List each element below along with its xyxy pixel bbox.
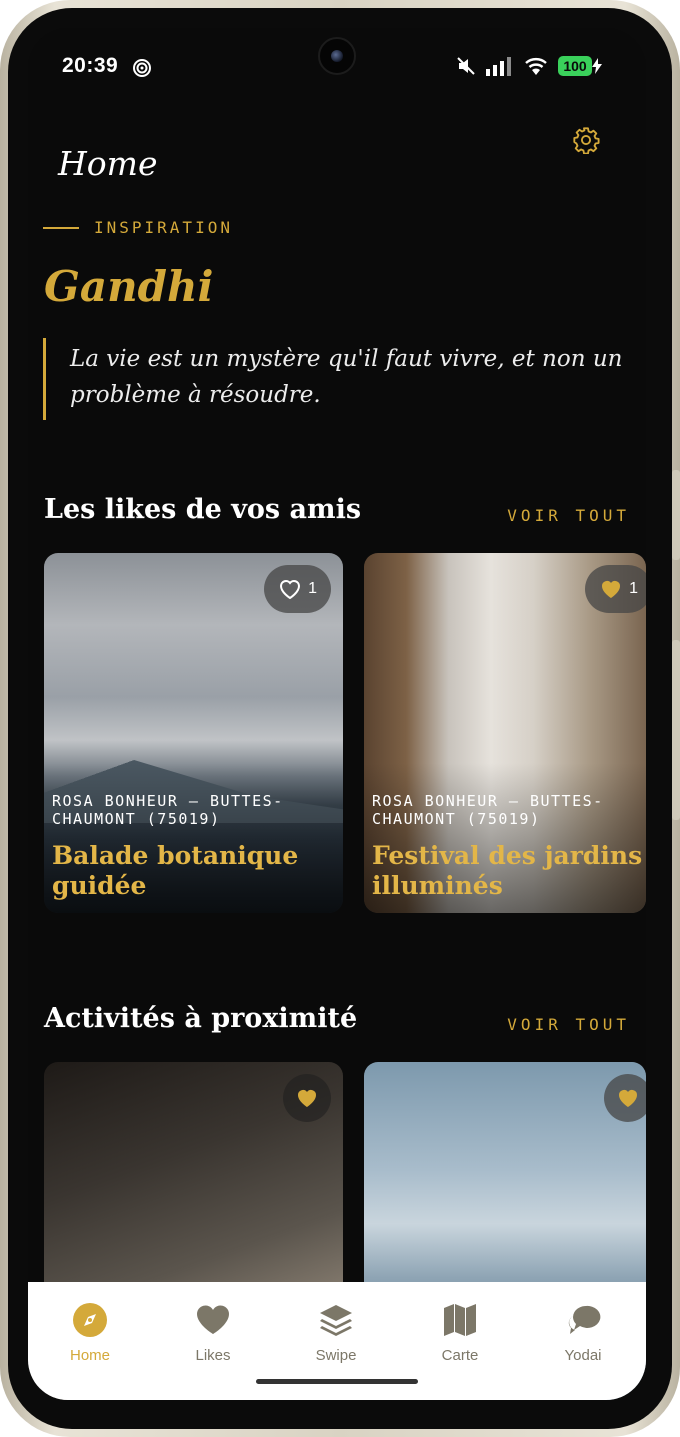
like-button[interactable] [283, 1074, 331, 1122]
phone-frame: 20:39 100 Home INSPIRATION Gandhi La vie… [0, 0, 680, 1437]
nearby-see-all[interactable]: VOIR TOUT [507, 1015, 630, 1034]
heart-filled-icon [298, 1090, 316, 1107]
tab-home[interactable]: Home [40, 1302, 140, 1364]
card-title: Balade botanique guidée [52, 841, 299, 900]
heart-icon [197, 1305, 229, 1334]
heart-filled-icon [619, 1090, 637, 1107]
tab-carte[interactable]: Carte [410, 1302, 510, 1364]
status-bar: 20:39 100 [28, 28, 646, 108]
tab-yodai[interactable]: Yodai [533, 1302, 633, 1364]
chat-icon [568, 1305, 601, 1334]
signal-icon [486, 57, 511, 76]
battery-level: 100 [558, 56, 592, 76]
activity-card[interactable]: 1 ROSA BONHEUR — BUTTES-CHAUMONT (75019)… [364, 553, 646, 913]
like-count: 1 [308, 580, 317, 597]
activity-card[interactable]: 1 ROSA BONHEUR — BUTTES-CHAUMONT (75019)… [44, 553, 343, 913]
layers-icon [320, 1305, 352, 1336]
page-title: Home [58, 144, 158, 183]
front-camera [318, 37, 356, 75]
inspiration-label: INSPIRATION [94, 218, 233, 237]
hotspot-icon [133, 59, 151, 77]
heart-outline-icon [280, 580, 301, 600]
tab-swipe[interactable]: Swipe [286, 1302, 386, 1364]
tab-label: Likes [195, 1347, 231, 1364]
friends-likes-title: Les likes de vos amis [44, 494, 362, 525]
nearby-title: Activités à proximité [44, 1003, 358, 1034]
quote-author: Gandhi [44, 262, 214, 311]
volume-button [672, 470, 680, 560]
gear-icon[interactable] [572, 126, 600, 154]
inspiration-divider [43, 227, 79, 229]
battery-indicator: 100 [558, 56, 602, 76]
quote-text: La vie est un mystère qu'il faut vivre, … [70, 346, 623, 408]
card-location: ROSA BONHEUR — BUTTES-CHAUMONT (75019) [52, 792, 284, 828]
like-button[interactable]: 1 [264, 565, 331, 613]
charging-icon [592, 58, 602, 74]
tab-label: Home [69, 1347, 110, 1364]
tab-label: Carte [441, 1347, 479, 1364]
compass-icon [73, 1303, 107, 1337]
card-location: ROSA BONHEUR — BUTTES-CHAUMONT (75019) [372, 792, 604, 828]
heart-filled-icon [602, 581, 621, 598]
app-screen: 20:39 100 Home INSPIRATION Gandhi La vie… [28, 28, 646, 1400]
card-title: Festival des jardins illuminés [372, 841, 643, 900]
friends-likes-see-all[interactable]: VOIR TOUT [507, 506, 630, 525]
mute-icon [457, 57, 475, 75]
like-button[interactable]: 1 [585, 565, 646, 613]
status-time: 20:39 [62, 54, 119, 77]
home-indicator[interactable] [256, 1379, 418, 1384]
quote-bar [43, 338, 46, 420]
wifi-icon [525, 58, 547, 75]
like-button[interactable] [604, 1074, 646, 1122]
tab-likes[interactable]: Likes [163, 1302, 263, 1364]
map-icon [444, 1304, 476, 1336]
like-count: 1 [629, 580, 638, 597]
bottom-tab-bar: Home Likes Swipe Carte Yodai [28, 1282, 646, 1400]
side-button [672, 640, 680, 820]
tab-label: Swipe [315, 1347, 357, 1364]
tab-label: Yodai [564, 1347, 602, 1364]
